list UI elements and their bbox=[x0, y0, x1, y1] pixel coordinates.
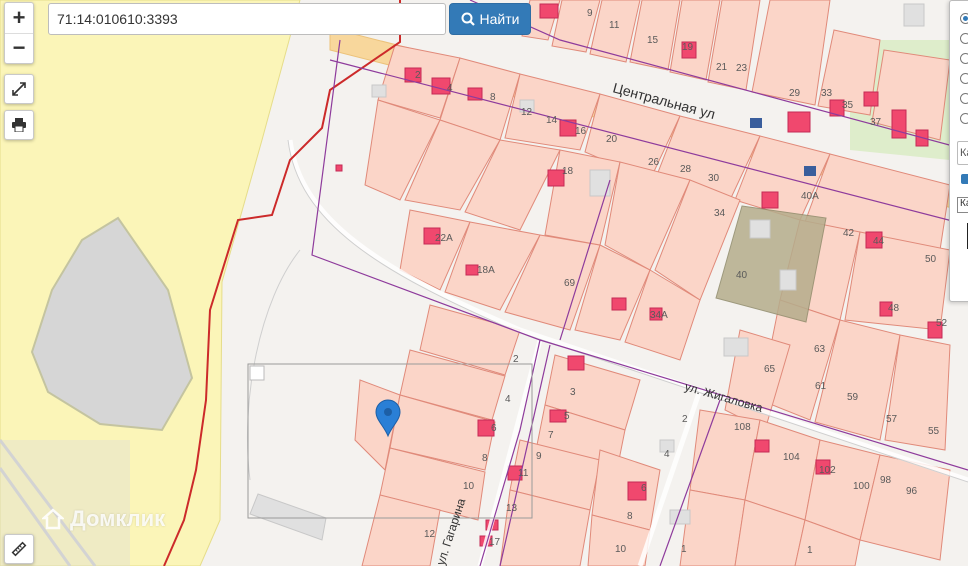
house-number: 61 bbox=[815, 381, 827, 392]
house-number: 10 bbox=[615, 544, 627, 555]
layer-radio[interactable] bbox=[960, 93, 968, 104]
house-number: 17 bbox=[489, 537, 501, 548]
print-icon bbox=[12, 118, 26, 132]
print-button[interactable] bbox=[4, 110, 34, 140]
house-number: 1 bbox=[807, 545, 813, 556]
house-number: 8 bbox=[627, 511, 633, 522]
house-number: 5 bbox=[564, 411, 570, 422]
house-number: 14 bbox=[546, 115, 558, 126]
house-number: 23 bbox=[736, 63, 748, 74]
house-number: 13 bbox=[506, 503, 518, 514]
house-number: 4 bbox=[664, 449, 670, 460]
house-number: 37 bbox=[870, 117, 882, 128]
house-number: 33 bbox=[821, 88, 833, 99]
house-number: 4 bbox=[505, 394, 511, 405]
search-button[interactable]: Найти bbox=[449, 3, 531, 35]
house-number: 65 bbox=[764, 364, 776, 375]
house-number: 15 bbox=[647, 35, 659, 46]
zoom-control: + − bbox=[4, 2, 34, 64]
house-number: 10 bbox=[463, 481, 475, 492]
house-number: 57 bbox=[886, 414, 898, 425]
house-number: 18 bbox=[562, 166, 574, 177]
zoom-in-button[interactable]: + bbox=[5, 3, 33, 33]
house-number: 20 bbox=[606, 134, 618, 145]
house-number: 40А bbox=[801, 191, 819, 202]
house-number: 6 bbox=[641, 483, 647, 494]
house-number: 8 bbox=[490, 92, 496, 103]
road-sign-icon bbox=[804, 166, 816, 176]
house-number: 26 bbox=[648, 157, 660, 168]
layer-radio[interactable] bbox=[960, 33, 968, 44]
house-number: 9 bbox=[536, 451, 542, 462]
house-number: 11 bbox=[609, 20, 620, 31]
house-number: 2 bbox=[415, 70, 421, 81]
house-number: 4 bbox=[447, 83, 453, 94]
house-number: 63 bbox=[814, 344, 826, 355]
house-number: 9 bbox=[587, 8, 593, 19]
house-number: 21 bbox=[716, 62, 728, 73]
layer-radio[interactable] bbox=[960, 53, 968, 64]
house-number: 96 bbox=[906, 486, 918, 497]
search-icon bbox=[461, 12, 475, 26]
watermark: Домклик bbox=[42, 506, 165, 532]
road-sign-icon bbox=[750, 118, 762, 128]
house-number: 19 bbox=[682, 42, 694, 53]
house-number: 35 bbox=[842, 100, 854, 111]
house-number: 104 bbox=[783, 452, 800, 463]
domclick-logo-icon bbox=[42, 508, 64, 530]
house-number: 108 bbox=[734, 422, 751, 433]
house-number: 28 bbox=[680, 164, 692, 175]
house-number: 69 bbox=[564, 278, 576, 289]
house-number: 102 bbox=[819, 465, 836, 476]
broken-image-icon bbox=[249, 365, 265, 381]
house-number: 1 bbox=[681, 544, 687, 555]
house-number: 50 bbox=[925, 254, 937, 265]
house-number: 98 bbox=[880, 475, 892, 486]
house-number: 7 bbox=[548, 430, 554, 441]
house-number: 2 bbox=[682, 414, 688, 425]
cadastral-search-input[interactable] bbox=[48, 3, 446, 35]
house-number: 11 bbox=[518, 468, 529, 479]
house-number: 12 bbox=[521, 107, 533, 118]
house-number: 55 bbox=[928, 426, 940, 437]
house-number: 30 bbox=[708, 173, 720, 184]
house-number: 8 bbox=[482, 453, 488, 464]
house-number: 100 bbox=[853, 481, 870, 492]
house-number: 48 bbox=[888, 303, 900, 314]
cadastral-map[interactable]: Центральная ул ул. Жигаловка ул. Гагарин… bbox=[0, 0, 968, 566]
house-number: 2 bbox=[513, 354, 519, 365]
house-number: 59 bbox=[847, 392, 859, 403]
panel-checkbox[interactable] bbox=[961, 174, 968, 184]
house-number: 42 bbox=[843, 228, 855, 239]
house-number: 22А bbox=[435, 233, 453, 244]
house-number: 29 bbox=[789, 88, 801, 99]
house-number: 44 bbox=[873, 236, 885, 247]
panel-label: Ка bbox=[957, 197, 968, 213]
search-button-label: Найти bbox=[479, 11, 520, 27]
house-number: 16 bbox=[575, 126, 587, 137]
house-number: 52 bbox=[936, 318, 948, 329]
house-number: 34А bbox=[650, 310, 668, 321]
layer-radio[interactable] bbox=[960, 13, 968, 24]
zoom-out-button[interactable]: − bbox=[5, 32, 33, 64]
fullscreen-button[interactable] bbox=[4, 74, 34, 104]
watermark-text: Домклик bbox=[70, 506, 166, 531]
house-number: 40 bbox=[736, 270, 748, 281]
house-number: 18А bbox=[477, 265, 495, 276]
panel-select[interactable]: Ка bbox=[957, 141, 968, 165]
layers-panel: Ка Ка bbox=[949, 0, 968, 302]
house-number: 6 bbox=[491, 423, 497, 434]
ruler-button[interactable] bbox=[4, 534, 34, 564]
house-number: 34 bbox=[714, 208, 726, 219]
ruler-icon bbox=[11, 541, 27, 557]
layer-radio[interactable] bbox=[960, 73, 968, 84]
layer-radio[interactable] bbox=[960, 113, 968, 124]
house-number: 3 bbox=[570, 387, 576, 398]
fullscreen-icon bbox=[12, 82, 26, 96]
house-number: 12 bbox=[424, 529, 436, 540]
